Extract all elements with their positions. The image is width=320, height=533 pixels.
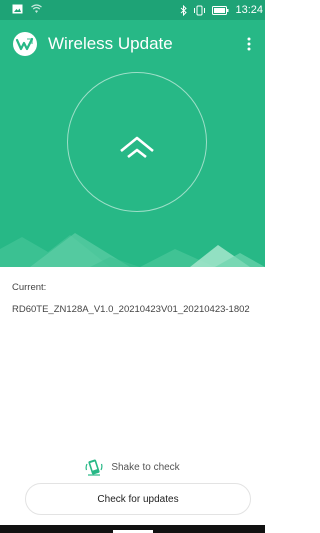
mountain-decoration [0,233,265,267]
app-logo-icon [13,32,37,56]
more-vert-icon [247,37,251,51]
app-bar: Wireless Update [0,20,265,68]
chevron-up-icon [120,136,154,159]
update-hero: Wireless Update [0,20,265,267]
status-left-icons [12,4,42,14]
shake-label: Shake to check [111,461,180,473]
image-icon [12,4,23,14]
bluetooth-icon [181,4,188,16]
shake-phone-icon [85,459,103,476]
wifi-icon [31,4,42,13]
status-bar: 13:24 [0,0,265,20]
more-options-button[interactable] [239,32,259,56]
shake-to-check[interactable]: Shake to check [0,456,265,478]
screen: 13:24 Wireless Update Current: RD60TE_ZN… [0,0,265,533]
check-for-updates-button[interactable]: Check for updates [25,483,251,515]
status-time: 13:24 [235,4,263,16]
current-version: RD60TE_ZN128A_V1.0_20210423V01_20210423-… [12,304,250,315]
status-right-icons: 13:24 [180,3,263,17]
battery-icon [212,5,229,15]
page-title: Wireless Update [48,34,173,53]
current-label: Current: [12,282,47,293]
vibrate-icon [194,5,206,15]
